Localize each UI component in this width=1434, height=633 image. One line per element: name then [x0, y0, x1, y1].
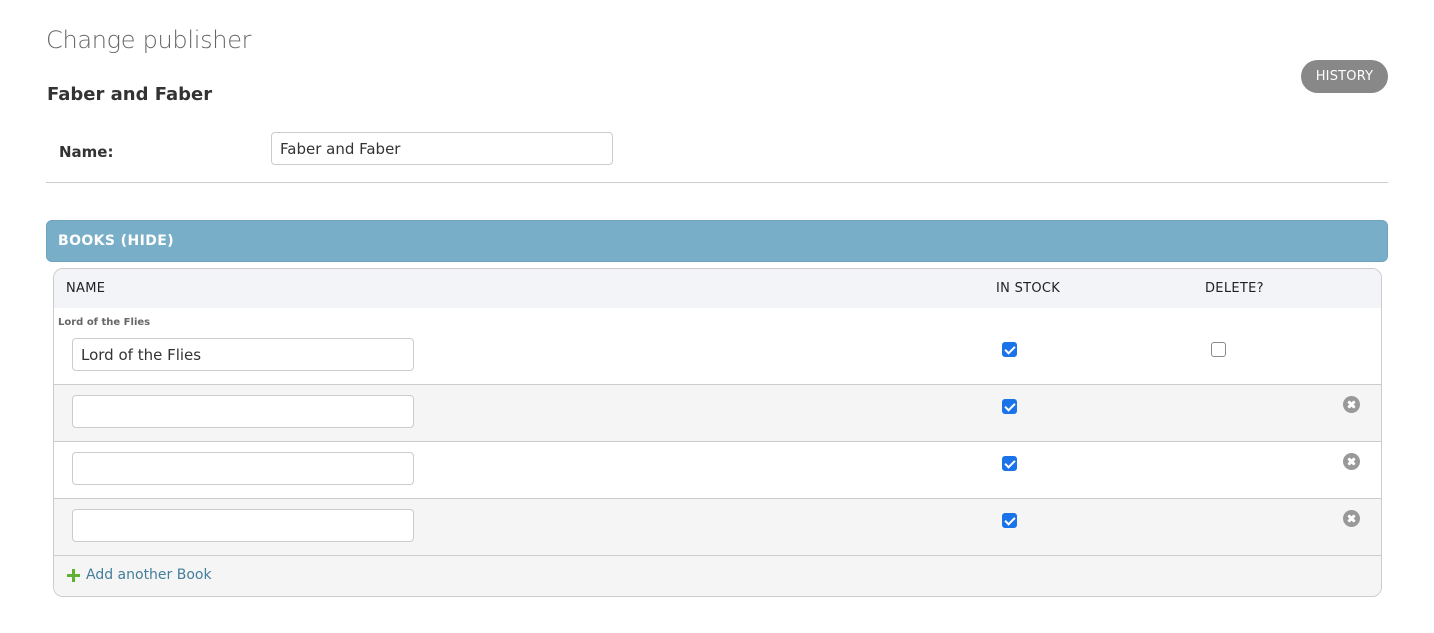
in-stock-checkbox[interactable] — [1002, 456, 1017, 471]
column-header-delete: DELETE? — [1205, 281, 1264, 296]
table-row — [54, 442, 1381, 499]
name-label: Name: — [59, 143, 114, 161]
delete-checkbox[interactable] — [1211, 342, 1226, 357]
table-header: NAME IN STOCK DELETE? — [54, 269, 1381, 309]
book-name-input[interactable] — [72, 395, 414, 428]
table-row: Lord of the Flies — [54, 308, 1381, 385]
name-form-row: Name: — [46, 120, 1388, 183]
add-another-book-link[interactable]: Add another Book — [67, 567, 212, 583]
table-row — [54, 499, 1381, 556]
original-book-label: Lord of the Flies — [58, 317, 151, 328]
book-name-input[interactable] — [72, 452, 414, 485]
table-row — [54, 385, 1381, 442]
in-stock-checkbox[interactable] — [1002, 342, 1017, 357]
books-inline-toggle[interactable]: BOOKS (HIDE) — [58, 233, 174, 249]
book-name-input[interactable] — [72, 509, 414, 542]
book-name-input[interactable] — [72, 338, 414, 371]
remove-row-icon[interactable] — [1343, 510, 1360, 527]
in-stock-checkbox[interactable] — [1002, 513, 1017, 528]
plus-icon — [67, 568, 80, 582]
history-button[interactable]: HISTORY — [1301, 60, 1388, 93]
add-another-book-label[interactable]: Add another Book — [86, 567, 212, 583]
in-stock-checkbox[interactable] — [1002, 399, 1017, 414]
object-name-heading: Faber and Faber — [47, 84, 213, 105]
column-header-in-stock: IN STOCK — [996, 281, 1061, 296]
page-title: Change publisher — [46, 26, 252, 54]
publisher-name-input[interactable] — [271, 132, 613, 165]
books-inline-table: NAME IN STOCK DELETE? Lord of the Flies — [53, 268, 1382, 597]
add-row: Add another Book — [54, 556, 1381, 596]
remove-row-icon[interactable] — [1343, 453, 1360, 470]
column-header-name: NAME — [66, 281, 106, 296]
remove-row-icon[interactable] — [1343, 396, 1360, 413]
change-publisher-page: Change publisher HISTORY Faber and Faber… — [0, 0, 1434, 633]
books-inline-header[interactable]: BOOKS (HIDE) — [46, 220, 1388, 262]
